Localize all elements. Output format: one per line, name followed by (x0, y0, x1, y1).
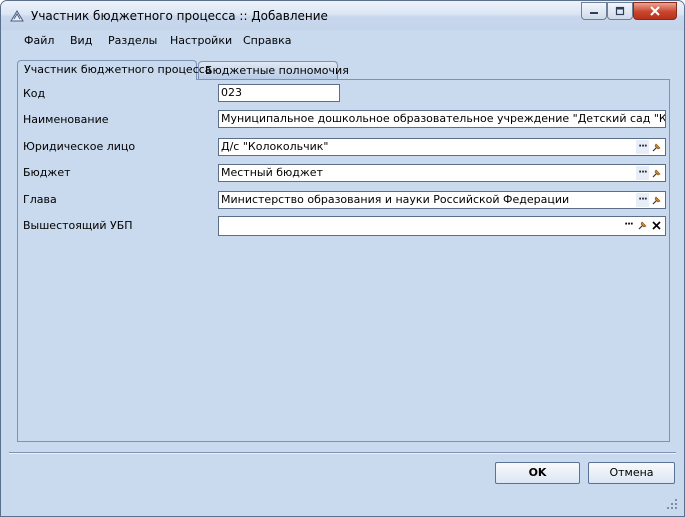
budget-value: Местный бюджет (221, 166, 323, 179)
head-label: Глава (23, 193, 57, 206)
tab-budget-participant[interactable]: Участник бюджетного процесса (17, 60, 212, 80)
legal-entity-value: Д/с "Колокольчик" (221, 140, 329, 153)
parent-ubp-field[interactable]: ··· (218, 216, 666, 236)
bottom-separator (9, 452, 676, 454)
minimize-icon (590, 12, 598, 14)
budget-clear-button[interactable] (650, 166, 663, 180)
parent-ubp-label: Вышестоящий УБП (23, 219, 133, 232)
close-icon (650, 6, 660, 16)
name-value: Муниципальное дошкольное образовательное… (221, 112, 666, 125)
menu-help[interactable]: Справка (243, 34, 291, 47)
legal-entity-clear-button[interactable] (650, 140, 663, 154)
ok-button[interactable]: OK (495, 462, 580, 484)
pin-icon (652, 168, 661, 177)
menu-view[interactable]: Вид (70, 34, 92, 47)
legal-entity-label: Юридическое лицо (23, 140, 136, 153)
pin-icon (638, 220, 647, 229)
cancel-button[interactable]: Отмена (588, 462, 675, 484)
head-browse-button[interactable]: ··· (636, 193, 649, 207)
code-value: 023 (221, 86, 242, 99)
status-bar (1, 491, 684, 516)
menu-sections[interactable]: Разделы (108, 34, 157, 47)
head-clear-button[interactable] (650, 193, 663, 207)
menu-settings[interactable]: Настройки (170, 34, 232, 47)
pin-icon (652, 142, 661, 151)
code-label: Код (23, 87, 46, 100)
resize-grip-icon[interactable] (666, 498, 678, 510)
tab-panel (17, 79, 670, 442)
maximize-button[interactable] (607, 2, 633, 20)
menu-bar: Файл Вид Разделы Настройки Справка (1, 31, 684, 51)
dialog-window: Участник бюджетного процесса :: Добавлен… (0, 0, 685, 517)
app-icon (10, 10, 24, 22)
pin-icon (652, 195, 661, 204)
head-value: Министерство образования и науки Российс… (221, 193, 570, 206)
title-bar: Участник бюджетного процесса :: Добавлен… (1, 1, 684, 30)
name-field[interactable]: Муниципальное дошкольное образовательное… (218, 110, 666, 128)
legal-entity-field[interactable]: Д/с "Колокольчик" ··· (218, 138, 666, 156)
budget-browse-button[interactable]: ··· (636, 166, 649, 180)
close-icon (652, 220, 661, 230)
minimize-button[interactable] (581, 2, 607, 20)
close-button[interactable] (633, 2, 677, 20)
parent-ubp-pin-button[interactable] (636, 218, 649, 232)
maximize-icon (615, 6, 625, 16)
budget-label: Бюджет (23, 166, 71, 179)
window-controls (581, 2, 677, 20)
legal-entity-browse-button[interactable]: ··· (636, 140, 649, 154)
window-title: Участник бюджетного процесса :: Добавлен… (31, 9, 328, 23)
budget-field[interactable]: Местный бюджет ··· (218, 164, 666, 182)
tab-budget-powers[interactable]: Бюджетные полномочия (198, 61, 349, 79)
name-label: Наименование (23, 113, 109, 126)
parent-ubp-browse-button[interactable]: ··· (622, 218, 635, 232)
parent-ubp-clear-button[interactable] (650, 218, 663, 232)
menu-file[interactable]: Файл (24, 34, 54, 47)
code-field[interactable]: 023 (218, 84, 340, 102)
head-field[interactable]: Министерство образования и науки Российс… (218, 191, 666, 209)
